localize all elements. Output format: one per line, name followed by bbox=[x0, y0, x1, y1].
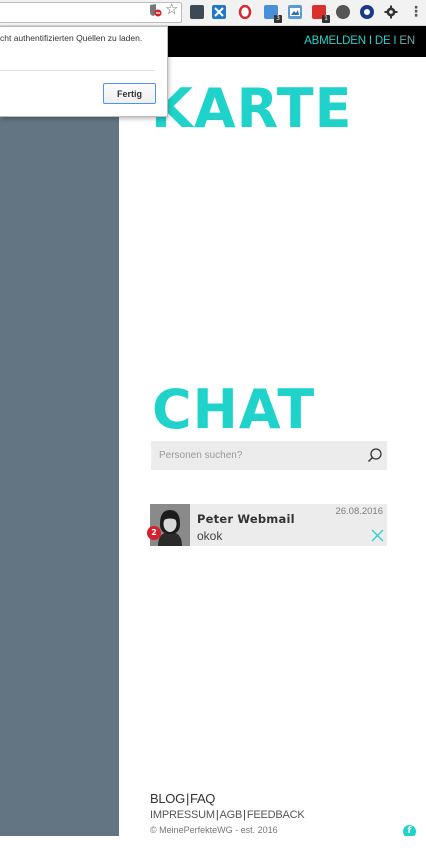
insecure-content-popup: cht authentifizierten Quellen zu laden. … bbox=[0, 26, 168, 117]
faq-link[interactable]: FAQ bbox=[190, 791, 215, 806]
opera-icon[interactable] bbox=[238, 4, 252, 20]
extension-icon-blue[interactable] bbox=[212, 5, 226, 19]
footer-primary-links: BLOG|FAQ bbox=[150, 791, 215, 806]
chat-date: 26.08.2016 bbox=[335, 506, 383, 517]
shield-blocked-icon[interactable] bbox=[148, 3, 162, 17]
extension-icon-cloud[interactable]: 3 bbox=[264, 5, 282, 23]
extension-icon-image[interactable] bbox=[288, 5, 302, 19]
copyright-text: © MeinePerfekteWG - est. 2016 bbox=[150, 825, 278, 835]
extension-icon-circle[interactable] bbox=[336, 5, 350, 19]
chat-last-message: okok bbox=[197, 529, 223, 543]
lang-de-link[interactable]: DE bbox=[375, 35, 391, 47]
unread-badge: 2 bbox=[147, 526, 161, 540]
settings-gear-icon[interactable] bbox=[384, 5, 398, 19]
chat-heading: CHAT bbox=[152, 378, 316, 441]
close-icon[interactable] bbox=[371, 529, 384, 542]
done-button[interactable]: Fertig bbox=[103, 83, 156, 104]
popup-message: cht authentifizierten Quellen zu laden. bbox=[0, 33, 143, 43]
extension-badge: 1 bbox=[322, 15, 330, 23]
nav-separator: I bbox=[368, 35, 372, 47]
map-heading: KARTE bbox=[151, 77, 353, 140]
person-search bbox=[151, 441, 387, 470]
chat-contact-name: Peter Webmail bbox=[197, 512, 295, 526]
nav-links: ABMELDEN I DE I EN bbox=[304, 35, 415, 47]
search-icon[interactable] bbox=[367, 447, 383, 463]
person-search-input[interactable] bbox=[159, 447, 359, 464]
extension-icon-globe[interactable] bbox=[360, 5, 374, 19]
footer-secondary-links: IMPRESSUM|AGB|FEEDBACK bbox=[150, 809, 305, 821]
map-side-panel bbox=[0, 57, 119, 836]
extension-icon-dark[interactable] bbox=[190, 5, 204, 19]
nav-separator: I bbox=[393, 35, 397, 47]
logout-link[interactable]: ABMELDEN bbox=[304, 35, 366, 47]
blog-link[interactable]: BLOG bbox=[150, 791, 185, 806]
page-bottom bbox=[0, 836, 426, 854]
lang-en-link[interactable]: EN bbox=[399, 35, 415, 47]
impressum-link[interactable]: IMPRESSUM bbox=[150, 809, 215, 821]
popup-divider bbox=[0, 70, 155, 71]
browser-menu-icon[interactable]: ⋮ bbox=[409, 3, 423, 21]
extension-icon-red[interactable]: 1 bbox=[312, 5, 330, 23]
agb-link[interactable]: AGB bbox=[220, 809, 243, 821]
extension-badge: 3 bbox=[274, 15, 282, 23]
bookmark-star-icon[interactable]: ☆ bbox=[165, 1, 179, 17]
feedback-link[interactable]: FEEDBACK bbox=[247, 809, 305, 821]
chat-list-item[interactable]: 2 Peter Webmail okok 26.08.2016 bbox=[147, 504, 387, 546]
browser-toolbar: ☆ 3 1 ⋮ bbox=[0, 0, 426, 26]
